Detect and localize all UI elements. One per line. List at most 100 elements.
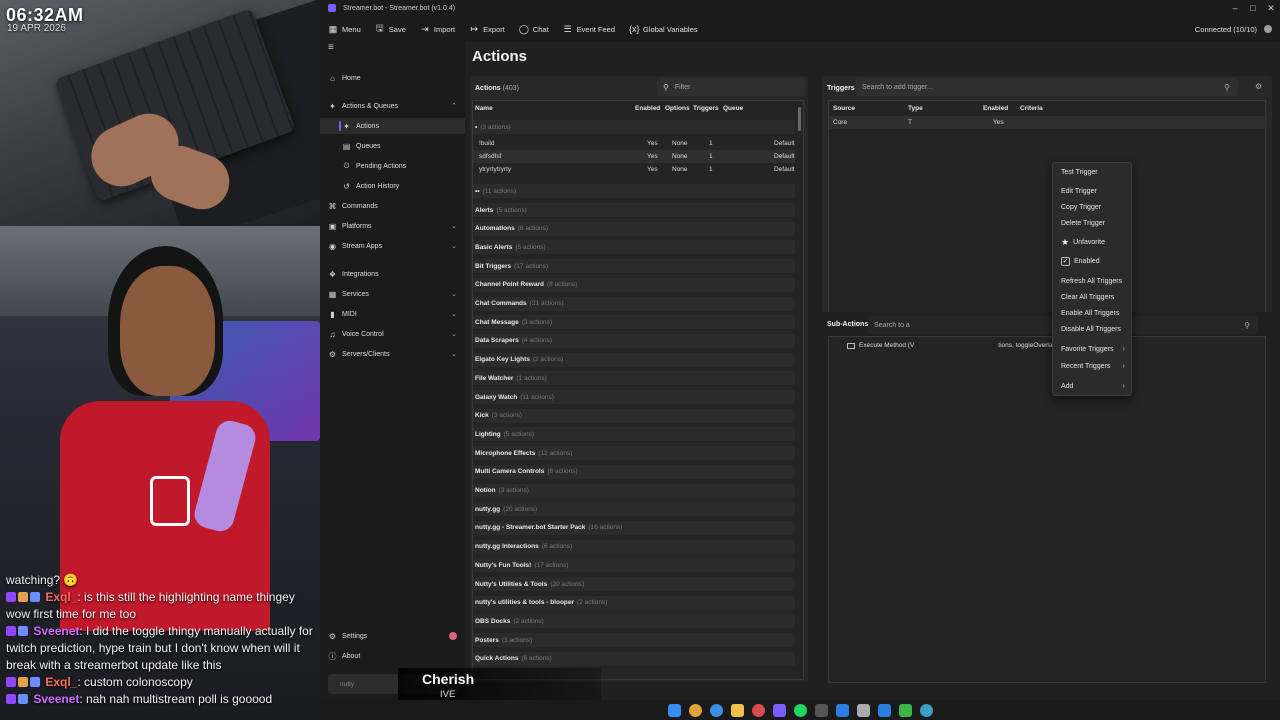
notepad-icon[interactable]	[856, 703, 870, 717]
action-group-row[interactable]: Nutty's Utilities & Tools (20 actions)	[473, 577, 795, 591]
menu-item-enable-all-triggers[interactable]: Enable All Triggers	[1053, 307, 1133, 320]
action-group-row[interactable]: Bit Triggers (17 actions)	[473, 259, 795, 274]
column-header-queue[interactable]: Queue	[723, 105, 743, 112]
connection-status[interactable]: Connected (10/10)	[1195, 25, 1280, 34]
app-icon[interactable]	[814, 703, 828, 717]
action-group-row[interactable]: • (3 actions)	[473, 120, 795, 134]
close-icon[interactable]: ✕	[1262, 3, 1280, 14]
editor-icon[interactable]	[877, 703, 891, 717]
sidebar-item-commands[interactable]: ⌘ Commands	[320, 198, 465, 214]
action-group-row[interactable]: nutty.gg (20 actions)	[473, 502, 795, 517]
action-group-row[interactable]: Lighting (5 actions)	[473, 427, 795, 442]
sidebar-item-servers-clients[interactable]: ⚙ Servers/Clients ⌄	[320, 346, 465, 362]
action-group-row[interactable]: OBS Docks (2 actions)	[473, 614, 795, 629]
export-button[interactable]: ↦ Export	[469, 24, 504, 35]
menu-item-copy-trigger[interactable]: Copy Trigger	[1053, 201, 1133, 214]
browser-icon[interactable]	[688, 703, 702, 717]
action-group-row[interactable]: Alerts (5 actions)	[473, 203, 795, 217]
settings-icon[interactable]: ⚙	[1255, 82, 1262, 91]
column-header-name[interactable]: Name	[475, 105, 493, 112]
menu-item-refresh-all-triggers[interactable]: Refresh All Triggers	[1053, 275, 1133, 288]
action-group-row[interactable]: nutty's utilities & tools - blooper (2 ac…	[473, 595, 795, 610]
sidebar-item-queues[interactable]: ▤ Queues	[320, 138, 465, 154]
windows-start-icon[interactable]	[667, 703, 681, 717]
menu-item-edit-trigger[interactable]: Edit Trigger	[1053, 185, 1133, 198]
sidebar-item-actions[interactable]: ✦ Actions	[320, 118, 465, 134]
minimize-icon[interactable]: –	[1226, 3, 1244, 14]
vscode-icon[interactable]	[835, 703, 849, 717]
action-group-row[interactable]: Nutty's Fun Tools! (17 actions)	[473, 558, 795, 573]
sidebar-item-integrations[interactable]: ❖ Integrations	[320, 266, 465, 282]
trigger-search-input[interactable]: Search to add trigger... ⚲	[856, 78, 1238, 96]
folder-icon[interactable]	[730, 703, 744, 717]
column-header-triggers[interactable]: Triggers	[693, 105, 719, 112]
column-header-type[interactable]: Type	[908, 105, 923, 112]
table-row[interactable]: !build Yes None 1 Default	[473, 137, 795, 150]
trigger-row[interactable]: Core T Yes	[829, 116, 1267, 129]
sidebar-item-home[interactable]: ⌂ Home	[320, 70, 465, 86]
action-group-row[interactable]: Channel Point Reward (8 actions)	[473, 277, 795, 292]
column-header-enabled[interactable]: Enabled	[635, 105, 660, 112]
table-row[interactable]: sdfsdfsf Yes None 1 Default	[473, 150, 795, 163]
sidebar-item-about[interactable]: ⓘ About	[320, 648, 465, 664]
action-group-row[interactable]: Quick Actions (6 actions)	[473, 651, 795, 666]
sidebar-item-settings[interactable]: ⚙ Settings	[320, 628, 465, 644]
action-group-row[interactable]: Microphone Effects (12 actions)	[473, 446, 795, 461]
menu-item-delete-trigger[interactable]: Delete Trigger	[1053, 217, 1133, 230]
action-group-row[interactable]: File Watcher (1 actions)	[473, 371, 795, 386]
menu-item-clear-all-triggers[interactable]: Clear All Triggers	[1053, 291, 1133, 304]
menu-button[interactable]: ▦ Menu	[328, 24, 361, 35]
action-group-row[interactable]: •• (11 actions)	[473, 184, 795, 198]
save-button[interactable]: 🖫 Save	[375, 21, 406, 37]
menu-item-enabled[interactable]: ✓ Enabled	[1053, 255, 1133, 268]
column-header-options[interactable]: Options	[665, 105, 690, 112]
maximize-icon[interactable]: □	[1244, 3, 1262, 14]
scrollbar[interactable]	[798, 107, 801, 131]
hamburger-icon[interactable]: ≡	[320, 42, 465, 62]
global-variables-button[interactable]: {x} Global Variables	[629, 24, 697, 34]
action-group-row[interactable]: Automations (6 actions)	[473, 221, 795, 236]
sidebar-item-midi[interactable]: ▮ MIDI ⌄	[320, 306, 465, 322]
event-feed-button[interactable]: ☰ Event Feed	[563, 24, 615, 35]
sidebar-item-platforms[interactable]: ▣ Platforms ⌄	[320, 218, 465, 234]
edge-icon[interactable]	[919, 703, 933, 717]
action-group-row[interactable]: Chat Commands (21 actions)	[473, 296, 795, 311]
action-group-row[interactable]: nutty.gg Interactions (6 actions)	[473, 539, 795, 554]
table-row[interactable]: ytryrtytryrty Yes None 1 Default	[473, 163, 795, 176]
action-group-row[interactable]: Data Scrapers (4 actions)	[473, 333, 795, 348]
menu-item-unfavorite[interactable]: ★ Unfavorite	[1053, 236, 1133, 249]
obs-icon[interactable]	[751, 703, 765, 717]
action-group-row[interactable]: Kick (3 actions)	[473, 408, 795, 423]
subaction-row[interactable]: Execute Method (V tions, toggleOverlay)	[847, 342, 1058, 349]
column-header-enabled[interactable]: Enabled	[983, 105, 1008, 112]
sidebar-item-services[interactable]: ▦ Services ⌄	[320, 286, 465, 302]
menu-item-add[interactable]: Add ›	[1053, 380, 1133, 393]
actions-filter-input[interactable]: ⚲ Filter	[657, 78, 805, 96]
action-group-row[interactable]: Chat Message (3 actions)	[473, 315, 795, 330]
sidebar-item-stream-apps[interactable]: ◉ Stream Apps ⌄	[320, 238, 465, 254]
spotify-icon[interactable]	[793, 703, 807, 717]
action-group-row[interactable]: Posters (3 actions)	[473, 633, 795, 648]
action-group-row[interactable]: Elgato Key Lights (2 actions)	[473, 352, 795, 367]
column-header-source[interactable]: Source	[833, 105, 855, 112]
sheet-icon[interactable]	[898, 703, 912, 717]
action-group-row[interactable]: nutty.gg - Streamer.bot Starter Pack (16 …	[473, 520, 795, 535]
menu-item-test-trigger[interactable]: Test Trigger	[1053, 166, 1133, 179]
sidebar-item-action-history[interactable]: ↺ Action History	[320, 178, 465, 194]
sidebar-item-pending-actions[interactable]: ⏲ Pending Actions	[320, 158, 465, 174]
streamerbot-icon[interactable]	[772, 703, 786, 717]
sidebar-item-actions-queues[interactable]: ✦ Actions & Queues ⌃	[320, 98, 465, 114]
column-header-criteria[interactable]: Criteria	[1020, 105, 1043, 112]
action-group-row[interactable]: Basic Alerts (5 actions)	[473, 240, 795, 255]
menu-item-label: Enabled	[1074, 258, 1100, 265]
menu-item-disable-all-triggers[interactable]: Disable All Triggers	[1053, 323, 1133, 336]
menu-item-favorite-triggers[interactable]: Favorite Triggers ›	[1053, 343, 1133, 356]
sidebar-item-voice-control[interactable]: ♫ Voice Control ⌄	[320, 326, 465, 342]
chat-button[interactable]: ◯ Chat	[519, 24, 549, 35]
action-group-row[interactable]: Notion (3 actions)	[473, 483, 795, 498]
menu-item-recent-triggers[interactable]: Recent Triggers ›	[1053, 360, 1133, 373]
action-group-row[interactable]: Multi Camera Controls (8 actions)	[473, 464, 795, 479]
import-button[interactable]: ⇥ Import	[420, 24, 455, 35]
chrome-icon[interactable]	[709, 703, 723, 717]
action-group-row[interactable]: Galaxy Watch (11 actions)	[473, 390, 795, 404]
